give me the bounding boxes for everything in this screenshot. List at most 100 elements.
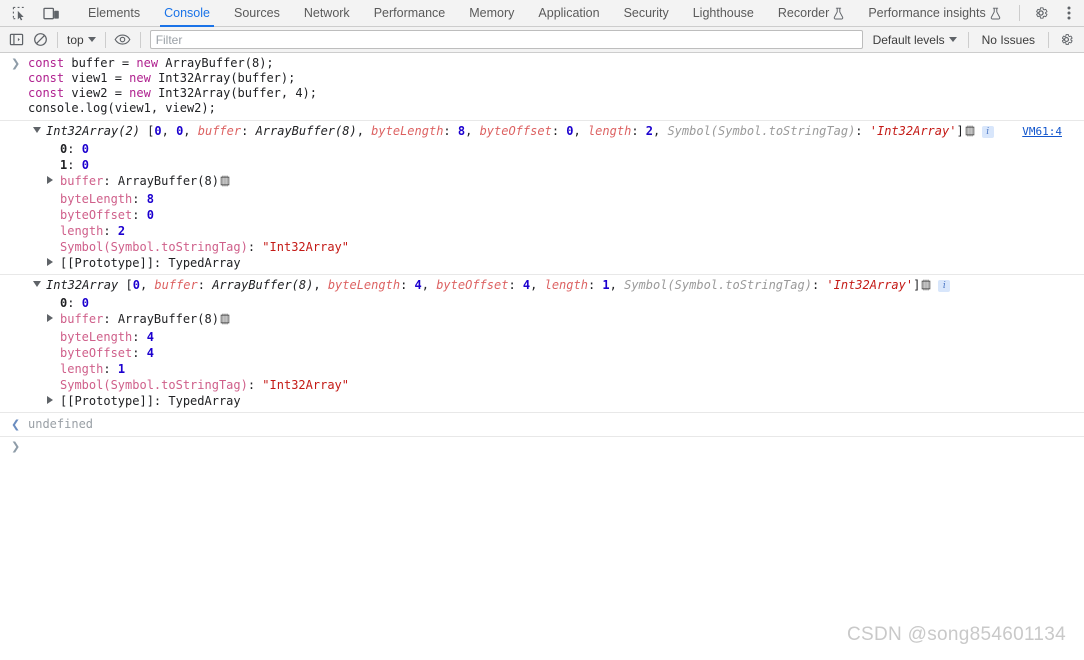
console-result-row: VM61:4 Int32Array(2) [0, 0, buffer: Array… [0, 121, 1084, 275]
code-token: const [28, 56, 65, 70]
tab-recorder[interactable]: Recorder [766, 0, 856, 27]
object-preview-header[interactable]: Int32Array [0, buffer: ArrayBuffer(8), b… [0, 277, 1084, 295]
object-property-row[interactable]: length: 1 [0, 361, 1084, 377]
tab-performance[interactable]: Performance [362, 0, 458, 27]
property-name: buffer [60, 312, 104, 326]
log-levels-select[interactable]: Default levels [867, 33, 963, 47]
tab-application[interactable]: Application [526, 0, 611, 27]
memory-chip-icon[interactable] [920, 279, 932, 295]
clear-console-icon[interactable] [28, 29, 52, 51]
disclosure-triangle-closed-icon[interactable] [47, 258, 53, 266]
inspect-element-icon[interactable] [6, 2, 32, 24]
code-token: console.log(view1, view2); [28, 101, 216, 115]
property-separator: : [103, 224, 118, 238]
disclosure-triangle-closed-icon[interactable] [47, 396, 53, 404]
object-property-row[interactable]: Symbol(Symbol.toStringTag): "Int32Array" [0, 239, 1084, 255]
preview-token: 0 [566, 124, 574, 138]
preview-token: Symbol(Symbol.toStringTag) [624, 278, 812, 292]
preview-token: : [443, 124, 458, 138]
code-token: buffer = [64, 56, 137, 70]
tab-console[interactable]: Console [152, 0, 222, 27]
property-value: "Int32Array" [262, 378, 349, 392]
preview-token: , [161, 124, 177, 138]
tab-label: Lighthouse [692, 6, 754, 20]
evaluated-code: const buffer = new ArrayBuffer(8); const … [0, 56, 1084, 116]
object-property-row[interactable]: 0: 0 [0, 295, 1084, 311]
code-token: Int32Array(buffer); [150, 71, 296, 85]
preview-token: Symbol(Symbol.toStringTag) [667, 124, 856, 138]
memory-chip-icon[interactable] [219, 313, 231, 329]
tab-sources[interactable]: Sources [222, 0, 292, 27]
disclosure-triangle-open-icon[interactable] [33, 281, 41, 287]
object-preview-header[interactable]: Int32Array(2) [0, 0, buffer: ArrayBuffer… [0, 123, 1084, 141]
preview-token: , [573, 124, 588, 138]
object-property-row[interactable]: buffer: ArrayBuffer(8) [0, 311, 1084, 329]
prompt-icon: ❯ [11, 440, 21, 453]
tab-network[interactable]: Network [292, 0, 362, 27]
console-filter-input[interactable] [149, 30, 863, 49]
property-value: ArrayBuffer(8) [117, 174, 219, 188]
tab-memory[interactable]: Memory [457, 0, 526, 27]
memory-chip-icon[interactable] [219, 175, 231, 191]
issues-counter[interactable]: No Issues [974, 33, 1043, 47]
console-result-row: Int32Array [0, buffer: ArrayBuffer(8), b… [0, 275, 1084, 413]
console-prompt-row[interactable]: ❯ [0, 437, 1084, 459]
return-value: undefined [28, 417, 94, 431]
object-property-row[interactable]: Symbol(Symbol.toStringTag): "Int32Array" [0, 377, 1084, 393]
property-separator: : [103, 174, 118, 188]
preview-token: , [530, 278, 545, 292]
console-results: VM61:4 Int32Array(2) [0, 0, buffer: Array… [0, 121, 1084, 413]
property-separator: : [153, 394, 169, 408]
disclosure-triangle-closed-icon[interactable] [47, 176, 53, 184]
property-value: 1 [117, 362, 126, 376]
settings-gear-icon[interactable] [1028, 1, 1054, 25]
preview-token: : [587, 278, 603, 292]
object-property-row[interactable]: buffer: ArrayBuffer(8) [0, 173, 1084, 191]
preview-token: buffer [154, 278, 198, 292]
toolbar-divider-5 [1048, 31, 1049, 48]
live-expression-icon[interactable] [111, 29, 135, 51]
object-property-row[interactable]: byteLength: 8 [0, 191, 1084, 207]
object-property-row[interactable]: 1: 0 [0, 157, 1084, 173]
tabbar-divider-right [1018, 5, 1020, 21]
more-options-icon[interactable] [1056, 1, 1082, 25]
device-toolbar-icon[interactable] [38, 2, 64, 24]
input-prompt-icon: ❯ [11, 57, 21, 70]
code-token: const [28, 71, 65, 85]
preview-token: , [139, 278, 155, 292]
tab-elements[interactable]: Elements [76, 0, 152, 27]
property-separator: : [103, 312, 118, 326]
preview-token: length [587, 124, 632, 138]
console-sidebar-icon[interactable] [4, 29, 28, 51]
object-property-row[interactable]: length: 2 [0, 223, 1084, 239]
object-property-row[interactable]: byteOffset: 4 [0, 345, 1084, 361]
disclosure-triangle-open-icon[interactable] [33, 127, 41, 133]
property-separator: : [132, 346, 147, 360]
toolbar-divider-2 [104, 31, 106, 48]
tab-label: Network [303, 6, 350, 20]
tab-security[interactable]: Security [612, 0, 681, 27]
console-output[interactable]: ❯ const buffer = new ArrayBuffer(8); cons… [0, 53, 1084, 660]
preview-token: , [356, 124, 372, 138]
info-badge-icon[interactable]: i [981, 126, 994, 138]
object-property-row[interactable]: byteOffset: 0 [0, 207, 1084, 223]
property-separator: : [67, 158, 82, 172]
memory-chip-icon[interactable] [964, 125, 976, 141]
object-property-row[interactable]: [[Prototype]]: TypedArray [0, 255, 1084, 271]
console-settings-icon[interactable] [1054, 29, 1078, 51]
execution-context-select[interactable]: top [63, 32, 100, 48]
object-property-row[interactable]: byteLength: 4 [0, 329, 1084, 345]
info-badge-icon[interactable]: i [938, 280, 951, 292]
panel-tabs: Elements Console Sources Network Performance… [76, 0, 1013, 27]
property-name: Symbol(Symbol.toStringTag) [60, 378, 248, 392]
tab-performance-insights[interactable]: Performance insights [856, 0, 1012, 27]
property-name: length [60, 224, 104, 238]
disclosure-triangle-closed-icon[interactable] [47, 314, 53, 322]
code-line: const buffer = new ArrayBuffer(8); [0, 56, 1084, 71]
object-property-row[interactable]: 0: 0 [0, 141, 1084, 157]
property-separator: : [132, 208, 147, 222]
property-value: 0 [81, 142, 89, 156]
object-property-row[interactable]: [[Prototype]]: TypedArray [0, 393, 1084, 409]
toolbar-divider-3 [139, 31, 141, 48]
tab-lighthouse[interactable]: Lighthouse [681, 0, 766, 27]
